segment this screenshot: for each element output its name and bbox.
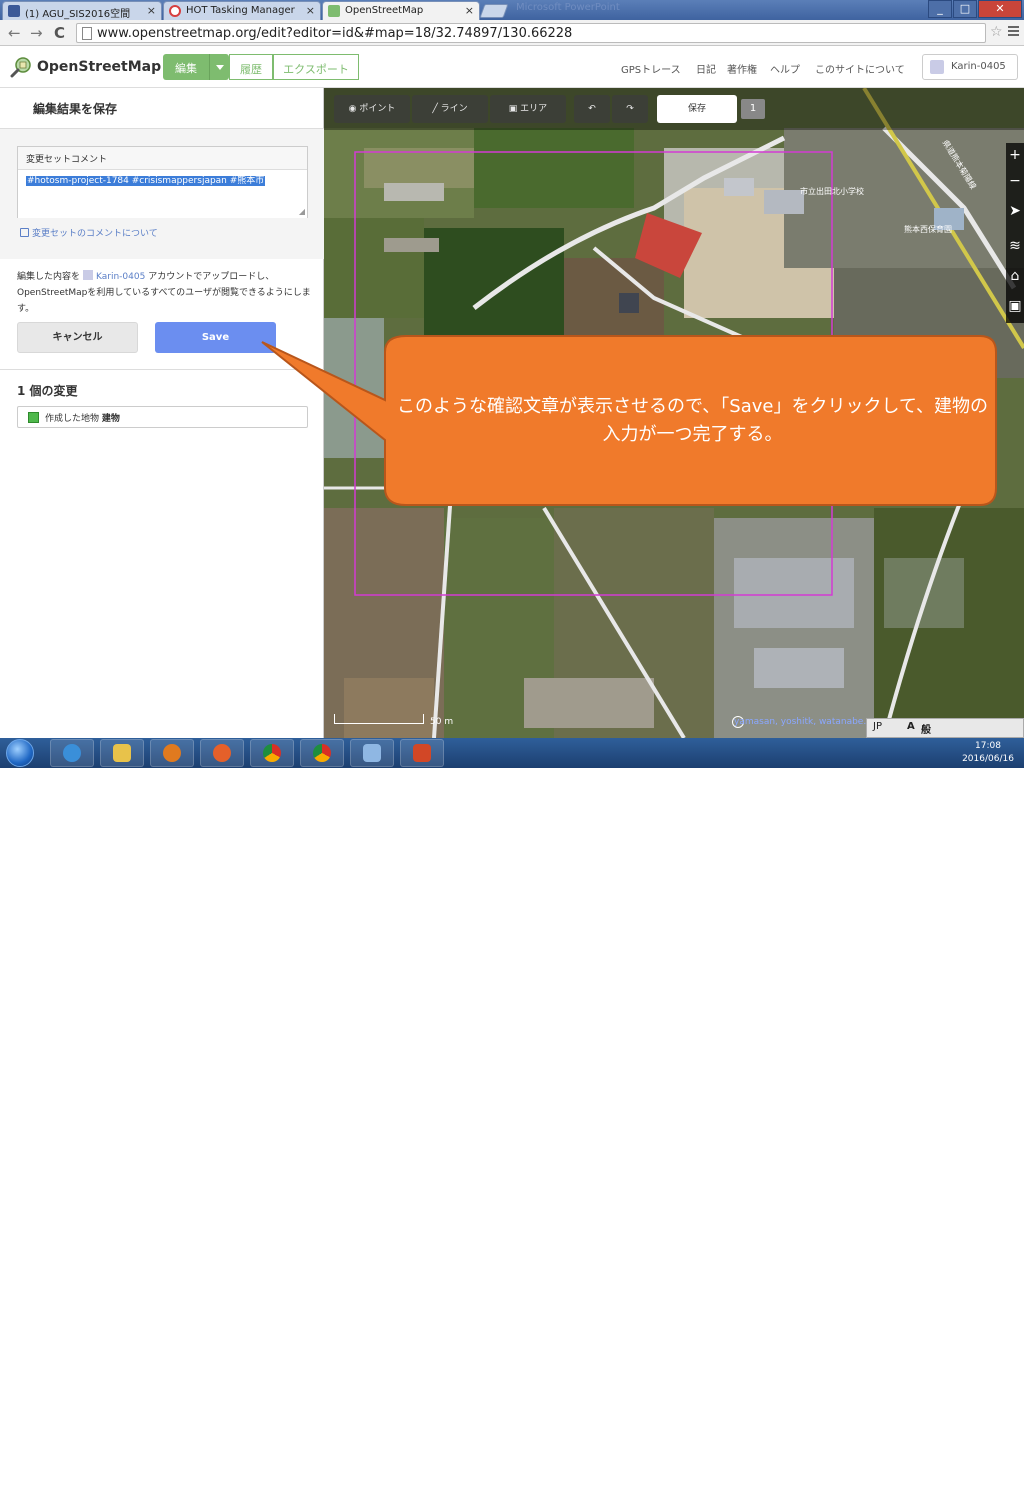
system-tray-icons[interactable]: ▲ ⚐ ◀): [898, 1482, 936, 1495]
ime-mode[interactable]: A: [907, 721, 915, 732]
ime-conversion[interactable]: 般: [921, 721, 931, 736]
callout-bubble: [261, 335, 997, 506]
paint-taskbar-icon[interactable]: [350, 739, 394, 767]
powerpoint-taskbar-icon[interactable]: [400, 739, 444, 767]
ime-language[interactable]: JP: [873, 721, 882, 732]
explorer-taskbar-icon[interactable]: [100, 739, 144, 767]
chrome-active-taskbar-icon[interactable]: [300, 739, 344, 767]
taskbar-clock[interactable]: 17:08 2016/06/16: [958, 740, 1018, 766]
ime-language-bar: JP A 般: [866, 718, 1024, 738]
windows-taskbar: ▲ ⚐ ◀): [0, 738, 1024, 1495]
callout-text: このような確認文章が表示させるので、「Save」をクリックして、建物の入力が一つ…: [396, 396, 989, 445]
clock-time: 17:08: [975, 741, 1001, 751]
firefox-taskbar-icon[interactable]: [200, 739, 244, 767]
start-button[interactable]: [6, 739, 34, 767]
media-player-taskbar-icon[interactable]: [150, 739, 194, 767]
chrome-taskbar-icon[interactable]: [250, 739, 294, 767]
ie-taskbar-icon[interactable]: [50, 739, 94, 767]
clock-date: 2016/06/16: [962, 754, 1014, 764]
